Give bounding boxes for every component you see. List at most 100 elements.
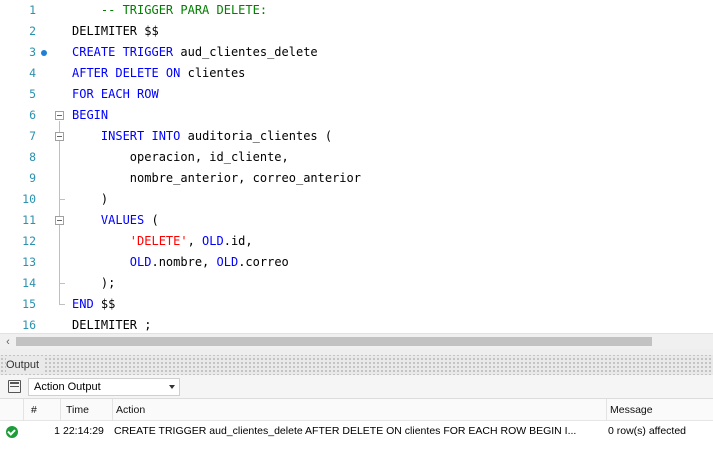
code-line[interactable]: 14 ); bbox=[0, 273, 713, 294]
dropdown-arrow-icon[interactable] bbox=[169, 385, 175, 389]
code-token: VALUES bbox=[100, 213, 145, 227]
column-time[interactable]: Time bbox=[61, 399, 113, 421]
line-number: 10 bbox=[22, 192, 36, 206]
code-token: $$ bbox=[93, 297, 116, 311]
row-message: 0 row(s) affected bbox=[608, 425, 687, 437]
code-text: END $$ bbox=[72, 294, 115, 315]
sql-editor[interactable]: 1 -- TRIGGER PARA DELETE: 2 DELIMITER $$ 3 C… bbox=[0, 0, 713, 333]
code-token: OLD bbox=[216, 255, 239, 269]
column-action[interactable]: Action bbox=[113, 399, 607, 421]
line-number: 9 bbox=[29, 171, 36, 185]
code-line[interactable]: 13 OLD.nombre, OLD.correo bbox=[0, 252, 713, 273]
line-number: 1 bbox=[29, 3, 36, 17]
code-line[interactable]: 9 nombre_anterior, correo_anterior bbox=[0, 168, 713, 189]
code-line[interactable]: 6 BEGIN bbox=[0, 105, 713, 126]
code-line[interactable]: 15 END $$ bbox=[0, 294, 713, 315]
code-line[interactable]: 8 operacion, id_cliente, bbox=[0, 147, 713, 168]
code-text: operacion, id_cliente, bbox=[72, 147, 289, 168]
code-line[interactable]: 11 VALUES ( bbox=[0, 210, 713, 231]
scroll-left-icon[interactable]: ‹ bbox=[2, 335, 14, 349]
line-number: 7 bbox=[29, 129, 36, 143]
code-text: FOR EACH ROW bbox=[72, 84, 159, 105]
column-number[interactable]: # bbox=[24, 399, 61, 421]
code-token: .id, bbox=[223, 234, 253, 248]
code-token: ) bbox=[72, 192, 109, 206]
code-token: OLD bbox=[202, 234, 224, 248]
action-output-grid: # Time Action Message 1 22:14:29 CREATE … bbox=[0, 399, 713, 459]
scrollbar-thumb[interactable] bbox=[16, 337, 652, 346]
code-token: ( bbox=[144, 213, 159, 227]
line-number: 8 bbox=[29, 150, 36, 164]
fold-collapse-icon[interactable] bbox=[55, 111, 64, 120]
code-token: END bbox=[72, 297, 94, 311]
code-line[interactable]: 16 DELIMITER ; bbox=[0, 315, 713, 333]
code-token: .correo bbox=[238, 255, 289, 269]
output-type-select[interactable]: Action Output bbox=[28, 378, 180, 396]
code-line[interactable]: 4 AFTER DELETE ON clientes bbox=[0, 63, 713, 84]
code-token: DELIMITER ; bbox=[72, 318, 152, 332]
code-text: 'DELETE', OLD.id, bbox=[72, 231, 253, 252]
code-token: , bbox=[187, 234, 203, 248]
code-text: ); bbox=[72, 273, 115, 294]
code-token: BEGIN bbox=[72, 108, 109, 122]
code-token: ); bbox=[72, 276, 116, 290]
line-number: 15 bbox=[22, 297, 36, 311]
output-panel-header: Output bbox=[0, 355, 713, 375]
code-text: CREATE TRIGGER aud_clientes_delete bbox=[72, 42, 318, 63]
code-line[interactable]: 1 -- TRIGGER PARA DELETE: bbox=[0, 0, 713, 21]
code-line[interactable]: 12 'DELETE', OLD.id, bbox=[0, 231, 713, 252]
line-number: 2 bbox=[29, 24, 36, 38]
line-number: 3 bbox=[29, 45, 36, 59]
code-line[interactable]: 10 ) bbox=[0, 189, 713, 210]
fold-guide-end bbox=[59, 283, 65, 284]
line-number: 6 bbox=[29, 108, 36, 122]
code-text: DELIMITER $$ bbox=[72, 21, 159, 42]
output-toolbar: Action Output bbox=[0, 375, 713, 399]
column-status[interactable] bbox=[0, 399, 24, 421]
success-check-icon bbox=[6, 426, 18, 438]
output-panel-title: Output bbox=[6, 357, 44, 373]
grid-header: # Time Action Message bbox=[0, 399, 713, 421]
code-token: nombre_anterior, correo_anterior bbox=[72, 171, 361, 185]
code-text: nombre_anterior, correo_anterior bbox=[72, 168, 361, 189]
fold-collapse-icon[interactable] bbox=[55, 216, 64, 225]
code-text: OLD.nombre, OLD.correo bbox=[72, 252, 289, 273]
output-type-value: Action Output bbox=[34, 381, 101, 393]
code-text: AFTER DELETE ON clientes bbox=[72, 63, 245, 84]
line-number: 14 bbox=[22, 276, 36, 290]
line-number: 5 bbox=[29, 87, 36, 101]
code-line[interactable]: 2 DELIMITER $$ bbox=[0, 21, 713, 42]
code-token: DELIMITER $$ bbox=[72, 24, 159, 38]
row-time: 22:14:29 bbox=[63, 425, 104, 437]
code-line[interactable]: 3 CREATE TRIGGER aud_clientes_delete bbox=[0, 42, 713, 63]
fold-guide-end bbox=[59, 199, 65, 200]
code-token: clientes bbox=[180, 66, 246, 80]
row-number: 1 bbox=[54, 425, 60, 437]
code-text: DELIMITER ; bbox=[72, 315, 151, 333]
code-text: BEGIN bbox=[72, 105, 108, 126]
code-token: FOR EACH ROW bbox=[72, 87, 159, 101]
column-message[interactable]: Message bbox=[607, 399, 713, 421]
line-number: 13 bbox=[22, 255, 36, 269]
code-line[interactable]: 7 INSERT INTO auditoria_clientes ( bbox=[0, 126, 713, 147]
code-token: operacion, id_cliente, bbox=[72, 150, 289, 164]
editor-horizontal-scrollbar[interactable]: ‹ bbox=[0, 333, 713, 349]
code-token: CREATE TRIGGER bbox=[72, 45, 174, 59]
table-row[interactable]: 1 22:14:29 CREATE TRIGGER aud_clientes_d… bbox=[0, 421, 713, 441]
code-line[interactable]: 5 FOR EACH ROW bbox=[0, 84, 713, 105]
row-action: CREATE TRIGGER aud_clientes_delete AFTER… bbox=[114, 425, 577, 437]
code-text: INSERT INTO auditoria_clientes ( bbox=[72, 126, 332, 147]
code-text: ) bbox=[72, 189, 108, 210]
code-token: OLD bbox=[129, 255, 152, 269]
code-text: -- TRIGGER PARA DELETE: bbox=[72, 0, 267, 21]
fold-collapse-icon[interactable] bbox=[55, 132, 64, 141]
code-token: aud_clientes_delete bbox=[173, 45, 318, 59]
code-token: 'DELETE' bbox=[129, 234, 188, 248]
code-token: INSERT INTO bbox=[100, 129, 181, 143]
line-number: 12 bbox=[22, 234, 36, 248]
code-token: AFTER DELETE ON bbox=[72, 66, 181, 80]
code-token: .nombre, bbox=[151, 255, 217, 269]
